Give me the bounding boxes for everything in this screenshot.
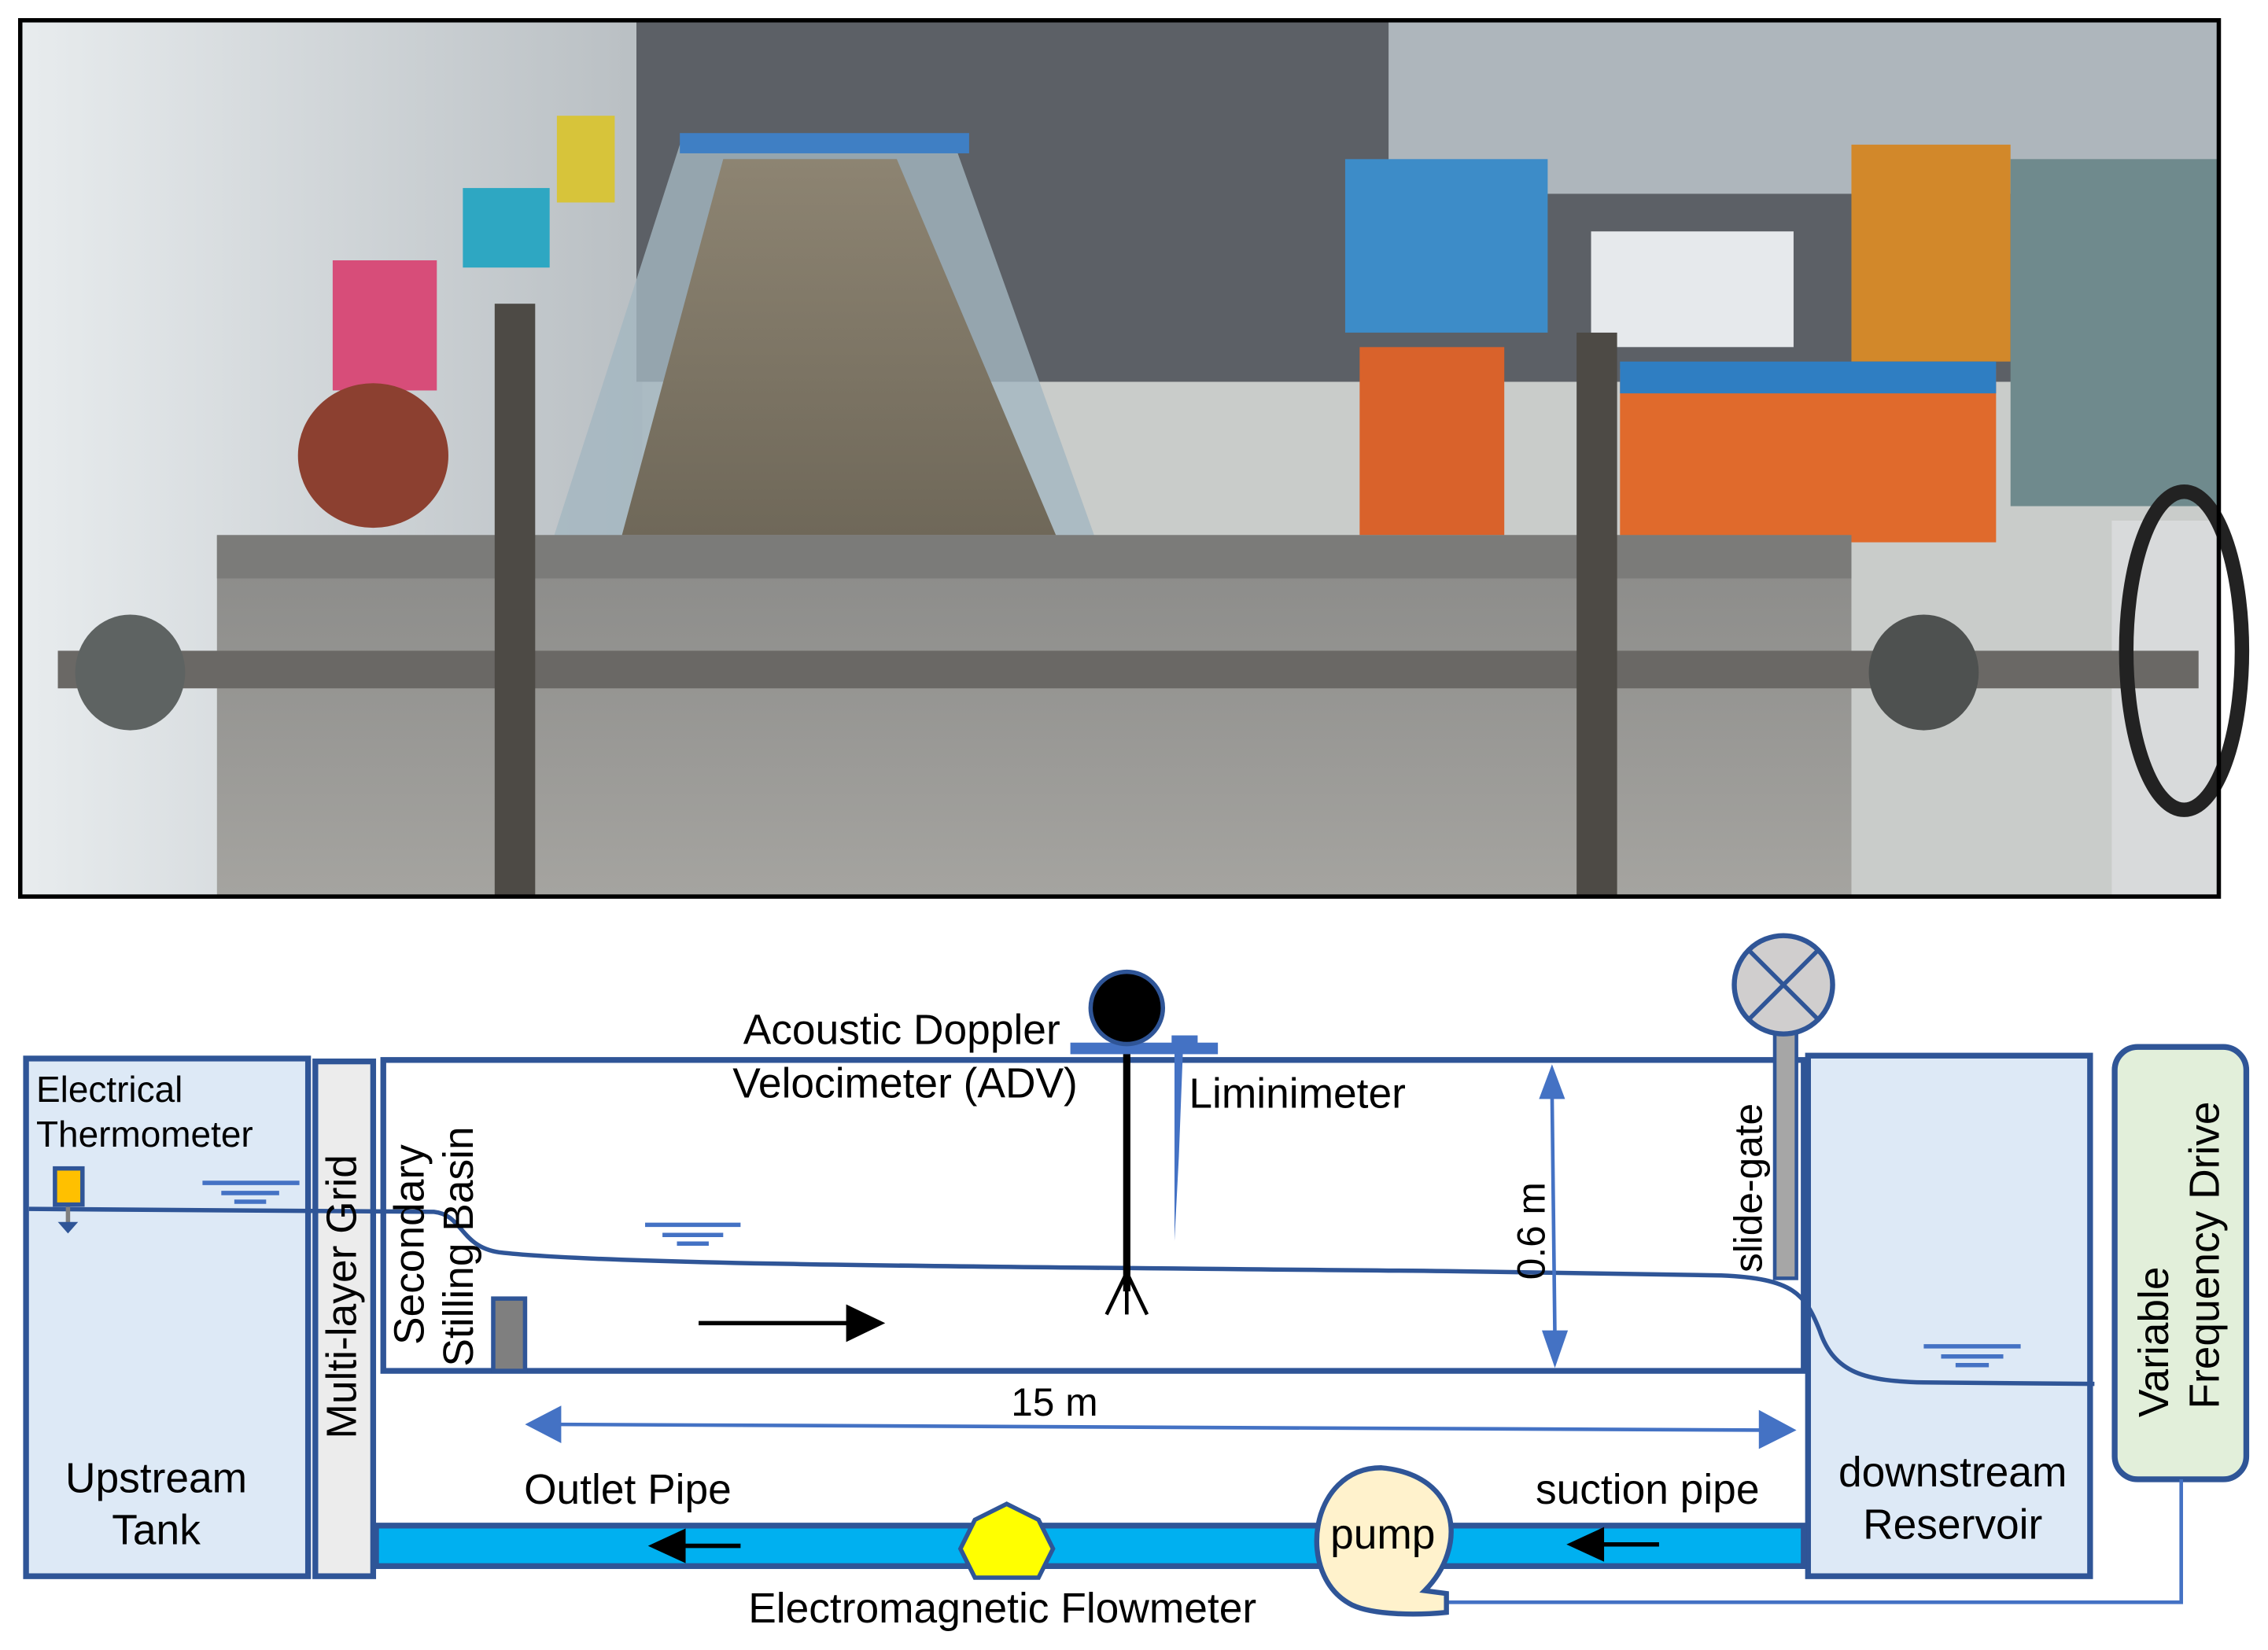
adv-label: Acoustic Doppler — [743, 1007, 1060, 1054]
stilling-basin-label: Stilling Basin — [436, 1126, 482, 1366]
length-dimension — [525, 1405, 1797, 1449]
flume-channel — [380, 1057, 1807, 1374]
vfd-label: Variable — [2131, 1266, 2178, 1417]
downstream-reservoir — [1805, 1052, 2093, 1579]
schematic: Electrical Thermometer Upstream Tank Mul… — [23, 933, 2250, 1632]
slide-gate-label: slide-gate — [1726, 1103, 1770, 1272]
upstream-tank-label: Upstream — [65, 1456, 247, 1502]
adv-label: Velocimeter (ADV) — [732, 1061, 1077, 1107]
flume-photo — [17, 18, 2250, 899]
pump-label: pump — [1330, 1512, 1435, 1558]
vfd-label: Frequency Drive — [2181, 1101, 2228, 1409]
downstream-reservoir-label: Reservoir — [1863, 1501, 2042, 1548]
thermometer-label: Electrical — [36, 1069, 183, 1110]
length-label: 15 m — [1011, 1380, 1097, 1424]
outlet-pipe-label: Outlet Pipe — [524, 1467, 732, 1513]
flume-figure: Electrical Thermometer Upstream Tank Mul… — [17, 18, 2250, 1632]
stilling-basin-label: Secondary — [387, 1144, 433, 1345]
flowmeter-label: Electromagnetic Flowmeter — [748, 1586, 1256, 1632]
liminimeter-label: Liminimeter — [1189, 1070, 1406, 1117]
thermometer-label: Thermometer — [36, 1114, 253, 1155]
height-label: 0.6 m — [1510, 1182, 1554, 1280]
upstream-tank-label: Tank — [112, 1508, 201, 1554]
flowmeter-icon — [957, 1501, 1056, 1580]
grid-label: Multi-layer Grid — [319, 1155, 365, 1438]
stilling-basin-block — [491, 1296, 528, 1373]
suction-pipe-label: suction pipe — [1536, 1467, 1760, 1513]
downstream-reservoir-label: downstream — [1838, 1449, 2067, 1496]
